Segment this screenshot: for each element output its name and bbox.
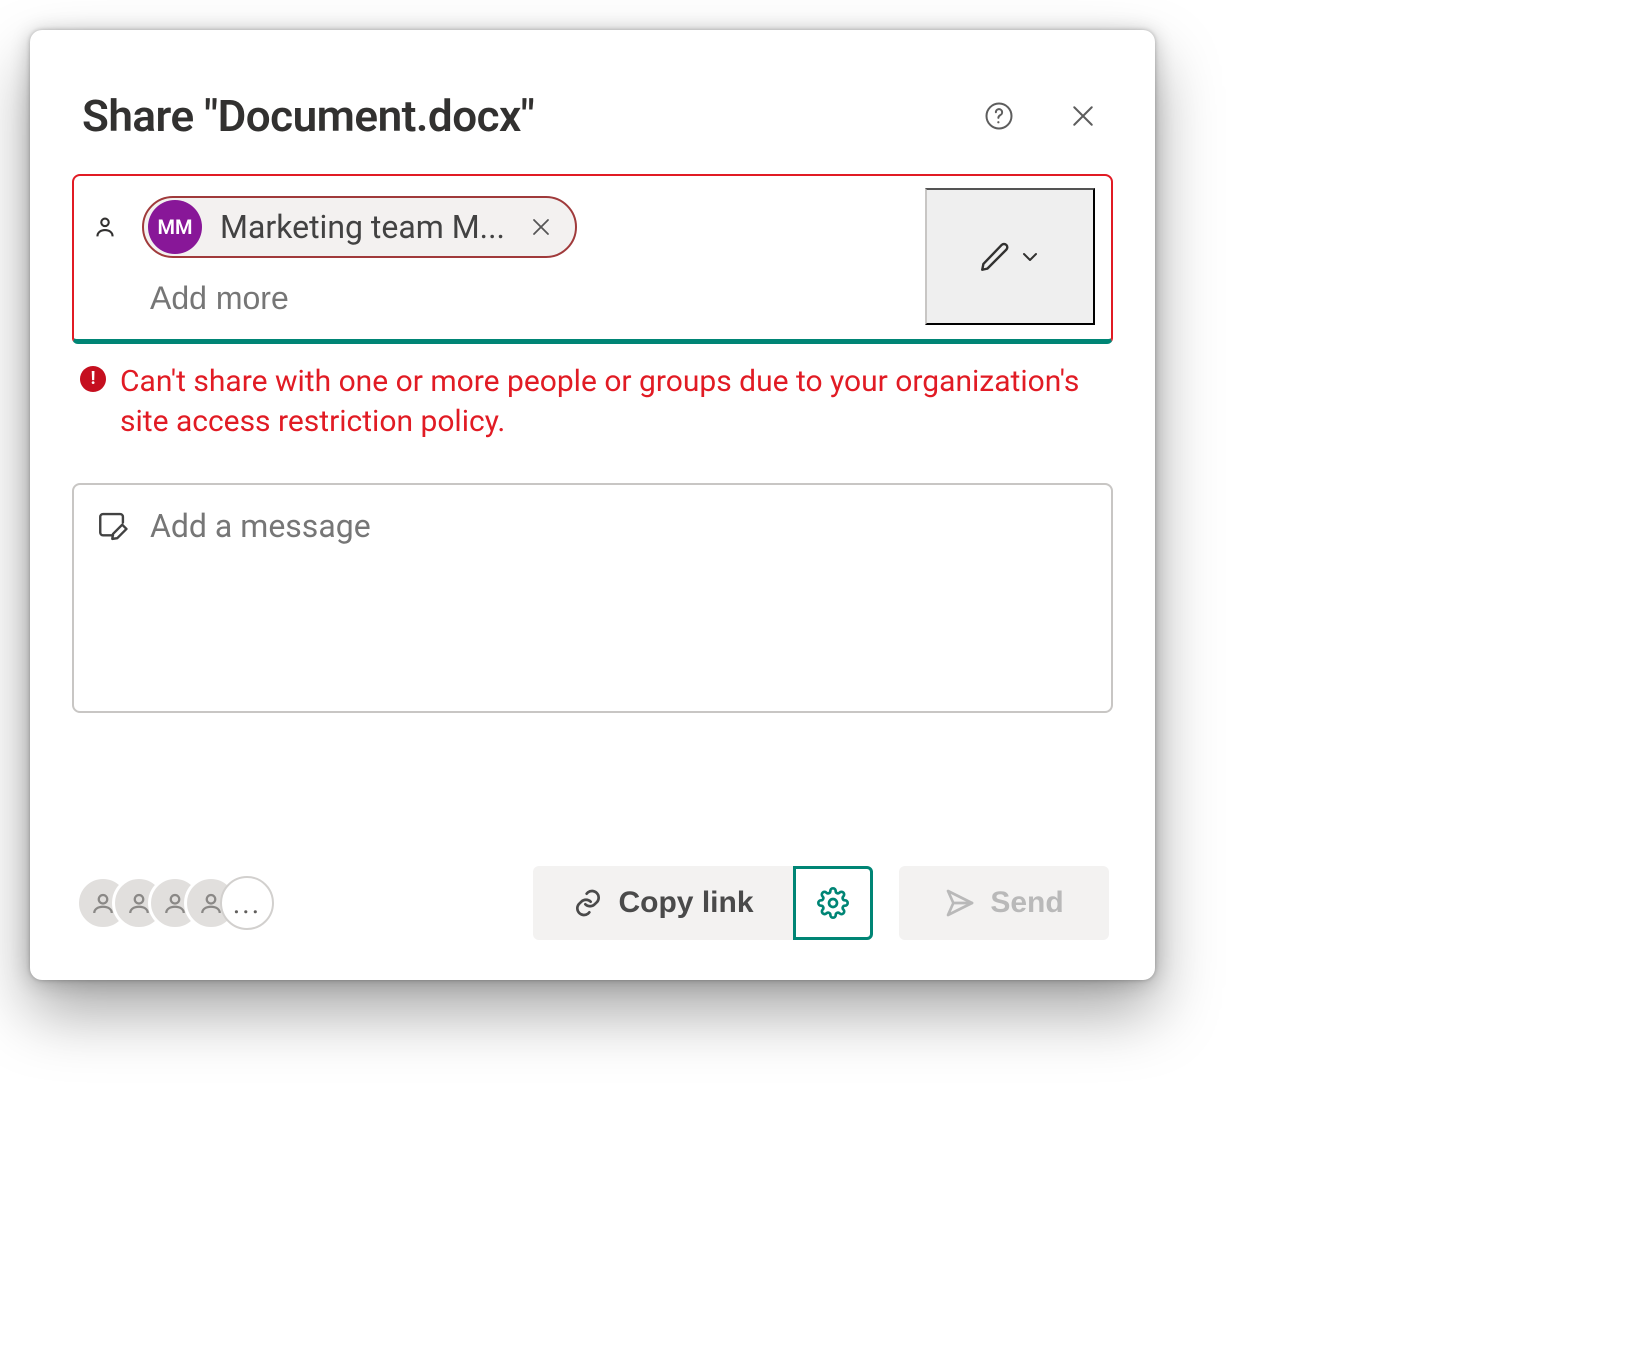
- person-icon: [88, 210, 122, 244]
- error-text: Can't share with one or more people or g…: [120, 362, 1105, 441]
- picker-main: MM Marketing team M...: [88, 188, 909, 325]
- dialog-header: Share "Document.docx": [72, 68, 1113, 174]
- error-banner: ! Can't share with one or more people or…: [72, 344, 1113, 441]
- dialog-title: Share "Document.docx": [82, 90, 534, 142]
- add-people-input[interactable]: [88, 279, 909, 318]
- chip-label: Marketing team M...: [220, 208, 505, 246]
- footer-actions: Copy link Send: [533, 866, 1109, 940]
- close-icon: [1068, 101, 1098, 131]
- help-button[interactable]: [979, 96, 1019, 136]
- people-picker[interactable]: MM Marketing team M...: [72, 174, 1113, 344]
- header-actions: [979, 96, 1103, 136]
- send-button[interactable]: Send: [899, 866, 1109, 940]
- help-icon: [984, 101, 1014, 131]
- dialog-footer: ... Copy link: [72, 836, 1113, 980]
- pencil-icon: [978, 240, 1012, 274]
- message-textarea[interactable]: [148, 505, 1089, 691]
- recipient-chip[interactable]: MM Marketing team M...: [142, 196, 577, 258]
- message-box[interactable]: [72, 483, 1113, 713]
- picker-chip-row: MM Marketing team M...: [88, 196, 909, 258]
- facepile-overflow[interactable]: ...: [220, 876, 274, 930]
- share-dialog: Share "Document.docx": [30, 30, 1155, 980]
- chevron-down-icon: [1018, 245, 1042, 269]
- chip-avatar: MM: [148, 200, 202, 254]
- gear-icon: [817, 887, 849, 919]
- link-settings-button[interactable]: [793, 866, 873, 940]
- compose-icon: [96, 507, 130, 541]
- copy-link-button[interactable]: Copy link: [533, 866, 793, 940]
- permission-level-button[interactable]: [925, 188, 1095, 325]
- error-icon: !: [80, 366, 106, 392]
- send-label: Send: [990, 886, 1063, 920]
- send-icon: [944, 887, 976, 919]
- copy-link-label: Copy link: [618, 886, 753, 920]
- link-icon: [572, 887, 604, 919]
- copy-link-group: Copy link: [533, 866, 873, 940]
- close-icon: [529, 215, 553, 239]
- close-button[interactable]: [1063, 96, 1103, 136]
- chip-remove-button[interactable]: [519, 205, 563, 249]
- facepile[interactable]: ...: [76, 876, 274, 930]
